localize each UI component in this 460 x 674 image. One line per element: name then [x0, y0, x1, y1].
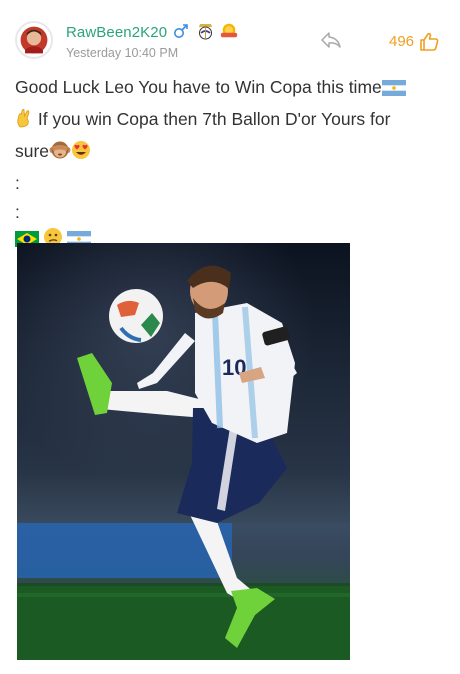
- argentina-flag-icon: [381, 76, 406, 105]
- heart-eyes-emoji: [71, 140, 91, 169]
- male-symbol-icon: [172, 22, 190, 40]
- share-button[interactable]: [320, 30, 342, 50]
- post-header: RawBeen2K20 Yesterday 10:40 PM 496: [0, 0, 460, 66]
- post-line-2: If you win Copa then 7th Ballon D'or You…: [15, 105, 445, 137]
- like-count: 496: [389, 33, 415, 50]
- post-timestamp: Yesterday 10:40 PM: [66, 46, 179, 60]
- post-line-5: :: [15, 202, 20, 222]
- see-no-evil-monkey-emoji: [49, 140, 71, 169]
- thumbs-up-icon: [420, 32, 439, 51]
- gold-badge-icon: [220, 22, 238, 40]
- post-text-line: Good Luck Leo You have to Win Copa this …: [15, 77, 382, 97]
- post-text-line: sure: [15, 141, 50, 161]
- real-madrid-crest-icon: [196, 22, 214, 40]
- post-line-3: sure: [15, 137, 445, 169]
- crossed-fingers-emoji: [15, 108, 33, 137]
- username[interactable]: RawBeen2K20: [66, 24, 167, 41]
- post-image[interactable]: 10: [17, 243, 350, 660]
- post-line-1: Good Luck Leo You have to Win Copa this …: [15, 73, 445, 105]
- user-badges: [172, 22, 238, 40]
- avatar-icon: [17, 23, 51, 57]
- post-text-line: If you win Copa then 7th Ballon D'or You…: [33, 109, 391, 129]
- post-body: Good Luck Leo You have to Win Copa this …: [15, 73, 445, 256]
- post-line-4: :: [15, 173, 20, 193]
- avatar[interactable]: [15, 21, 53, 59]
- football-player-photo: 10: [17, 243, 350, 660]
- like-button[interactable]: 496: [389, 32, 439, 51]
- share-arrow-icon: [321, 32, 341, 48]
